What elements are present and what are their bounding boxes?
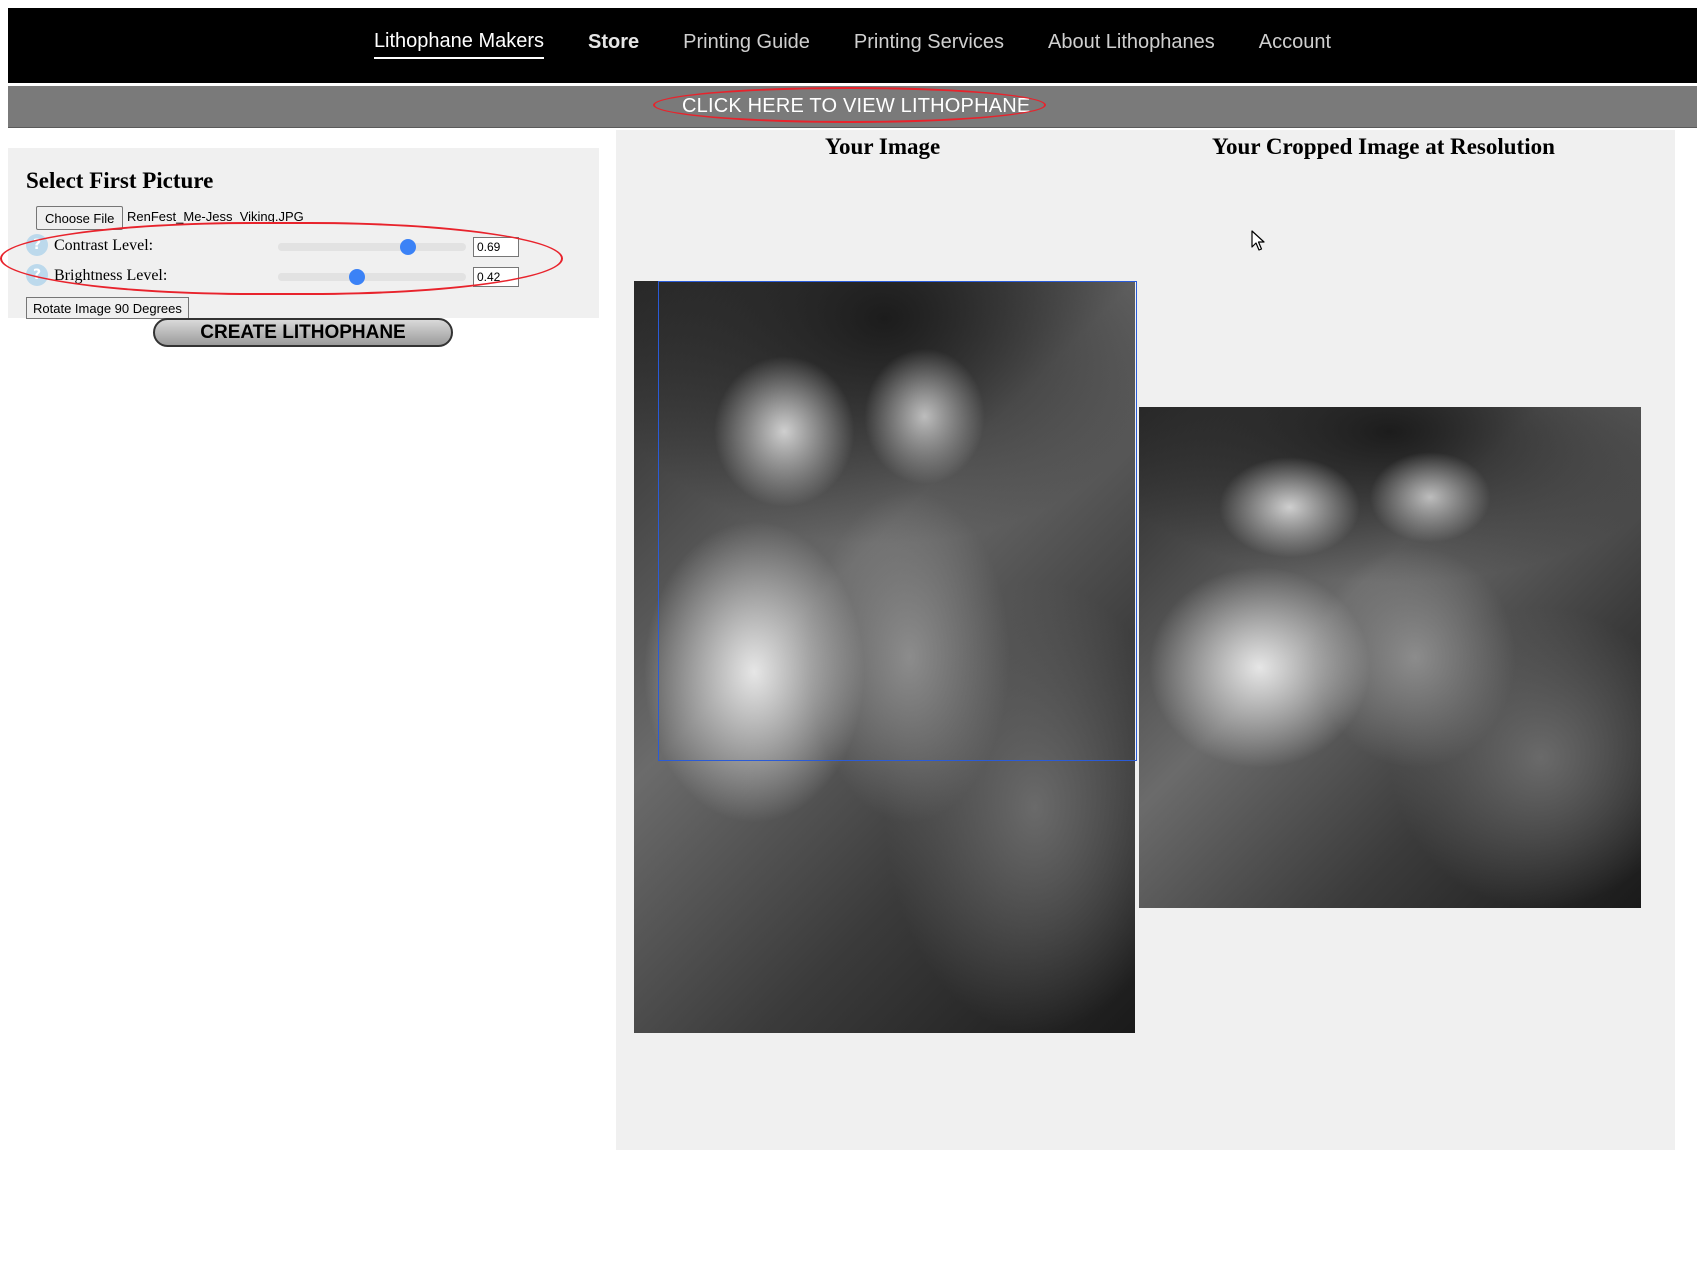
nav-lithophane-makers[interactable]: Lithophane Makers [373, 26, 545, 59]
nav-about-lithophanes[interactable]: About Lithophanes [1048, 27, 1215, 58]
nav-store[interactable]: Store [588, 27, 639, 58]
brightness-help-icon[interactable]: ? [26, 264, 48, 286]
source-image[interactable] [634, 281, 1135, 1033]
top-nav-bar: Lithophane Makers Store Printing Guide P… [8, 8, 1697, 83]
view-lithophane-link[interactable]: CLICK HERE TO VIEW LITHOPHANE [682, 95, 1030, 118]
contrast-slider-thumb[interactable] [399, 239, 416, 255]
cropped-image [1139, 407, 1641, 908]
contrast-help-icon[interactable]: ? [26, 234, 48, 256]
create-lithophane-button[interactable]: CREATE LITHOPHANE [153, 318, 453, 347]
mouse-pointer-icon [1251, 230, 1265, 251]
view-lithophane-banner: CLICK HERE TO VIEW LITHOPHANE [8, 86, 1697, 128]
contrast-label: Contrast Level: [54, 237, 154, 254]
nav-printing-services[interactable]: Printing Services [854, 27, 1004, 58]
contrast-slider[interactable] [278, 239, 466, 255]
rotate-image-button[interactable]: Rotate Image 90 Degrees [26, 297, 189, 319]
controls-panel: Select First Picture Choose File RenFest… [8, 148, 599, 318]
preview-area: Your Image Your Cropped Image at Resolut… [616, 130, 1675, 1150]
brightness-value-input[interactable] [473, 267, 519, 287]
nav-account[interactable]: Account [1259, 27, 1331, 58]
brightness-slider[interactable] [278, 269, 466, 285]
choose-file-button[interactable]: Choose File [36, 206, 124, 230]
cropped-image-title: Your Cropped Image at Resolution [1212, 134, 1555, 159]
your-image-title: Your Image [825, 134, 941, 159]
nav-printing-guide[interactable]: Printing Guide [683, 27, 810, 58]
contrast-value-input[interactable] [473, 237, 519, 257]
brightness-slider-thumb[interactable] [348, 269, 365, 285]
panel-title: Select First Picture [26, 168, 214, 193]
contrast-slider-fill [278, 243, 408, 251]
selected-file-name: RenFest_Me-Jess_Viking.JPG [127, 209, 304, 224]
brightness-slider-fill [278, 273, 357, 281]
brightness-label: Brightness Level: [54, 267, 168, 284]
